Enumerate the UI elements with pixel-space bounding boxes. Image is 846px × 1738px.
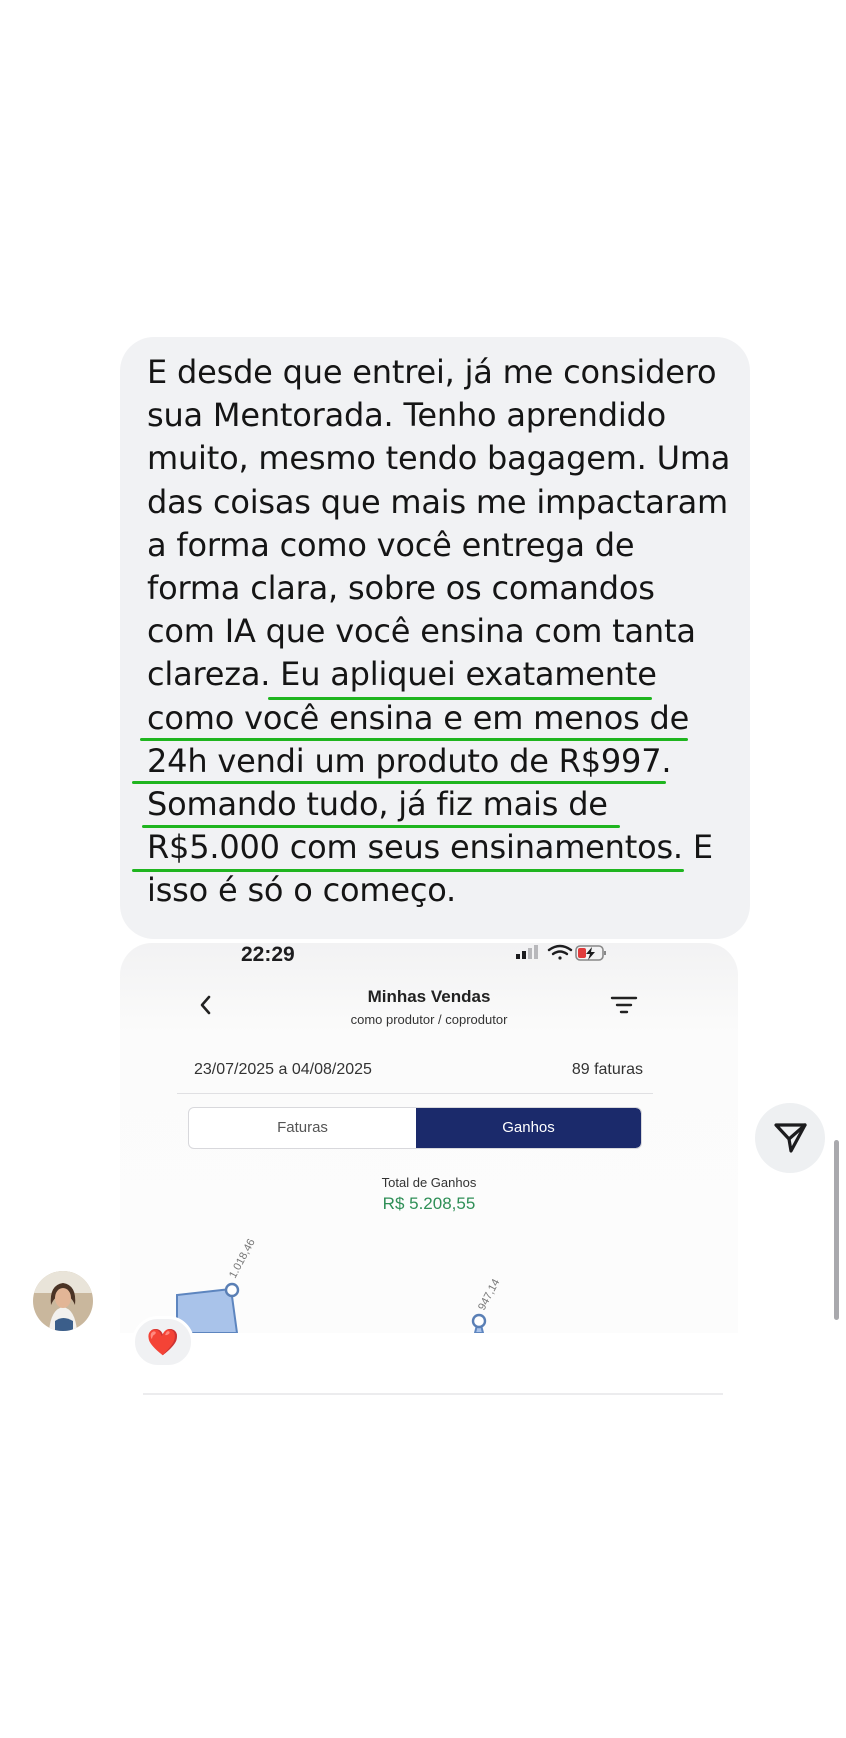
- share-button[interactable]: [755, 1103, 825, 1173]
- message-line: E desde que entrei, já me considero: [147, 353, 717, 391]
- segmented-control: Faturas Ganhos: [188, 1107, 642, 1149]
- message-text: E desde que entrei, já me considero sua …: [147, 351, 737, 913]
- message-line: das coisas que mais me impactaram: [147, 482, 729, 521]
- send-icon: [774, 1123, 807, 1153]
- user-avatar[interactable]: [33, 1271, 93, 1331]
- thread-divider: [143, 1393, 723, 1395]
- message-line: R$5.000 com seus ensinamentos. E: [147, 828, 713, 867]
- page-subtitle: como produtor / coprodutor: [350, 1012, 508, 1027]
- total-label: Total de Ganhos: [381, 1175, 477, 1190]
- divider: [177, 1093, 653, 1094]
- chart-data-label: 947,14: [476, 1277, 502, 1312]
- message-line: Somando tudo, já fiz mais de: [147, 785, 608, 824]
- status-time: 22:29: [241, 943, 295, 966]
- status-icons: [516, 944, 606, 961]
- message-line: sua Mentorada. Tenho aprendido: [147, 396, 667, 435]
- highlight-underline: [140, 738, 688, 741]
- message-line: com IA que você ensina com tanta: [147, 612, 696, 651]
- reaction-badge[interactable]: ❤️: [132, 1316, 194, 1368]
- battery-charging-icon: [575, 945, 606, 961]
- total-value: R$ 5.208,55: [382, 1194, 476, 1213]
- screenshot-attachment[interactable]: 22:29 Minhas Vendas como produtor / copr…: [120, 943, 738, 1333]
- chat-screen: E desde que entrei, já me considero sua …: [0, 0, 846, 1738]
- message-line: como você ensina e em menos de: [147, 698, 690, 737]
- invoice-count: 89 faturas: [571, 1061, 643, 1078]
- earnings-chart: 1.018,46 947,14: [176, 1237, 502, 1333]
- highlight-underline: [142, 825, 620, 828]
- highlight-underline: [132, 781, 666, 784]
- wifi-icon: [547, 944, 573, 960]
- signal-icon: [516, 945, 538, 959]
- filter-icon[interactable]: [610, 994, 638, 1016]
- page-title: Minhas Vendas: [367, 987, 491, 1006]
- message-line: forma clara, sobre os comandos: [147, 569, 655, 608]
- tab-faturas[interactable]: Faturas: [189, 1108, 416, 1148]
- message-line: isso é só o começo.: [147, 871, 457, 910]
- message-bubble[interactable]: E desde que entrei, já me considero sua …: [120, 337, 750, 939]
- highlight-underline: [268, 697, 652, 700]
- chart-point: [471, 1313, 487, 1329]
- heart-icon: ❤️: [146, 1326, 180, 1357]
- chart-point: [224, 1282, 240, 1298]
- chart-data-label: 1.018,46: [227, 1237, 258, 1280]
- message-line: 24h vendi um produto de R$997.: [147, 741, 672, 780]
- message-line: clareza. Eu apliquei exatamente: [147, 655, 657, 694]
- message-line: a forma como você entrega de: [147, 525, 635, 564]
- highlight-underline: [132, 869, 684, 872]
- tab-ganhos[interactable]: Ganhos: [416, 1108, 641, 1148]
- message-line: muito, mesmo tendo bagagem. Uma: [147, 439, 731, 478]
- date-range[interactable]: 23/07/2025 a 04/08/2025: [194, 1061, 372, 1079]
- avatar-image: [33, 1271, 93, 1331]
- scrollbar[interactable]: [834, 1140, 839, 1320]
